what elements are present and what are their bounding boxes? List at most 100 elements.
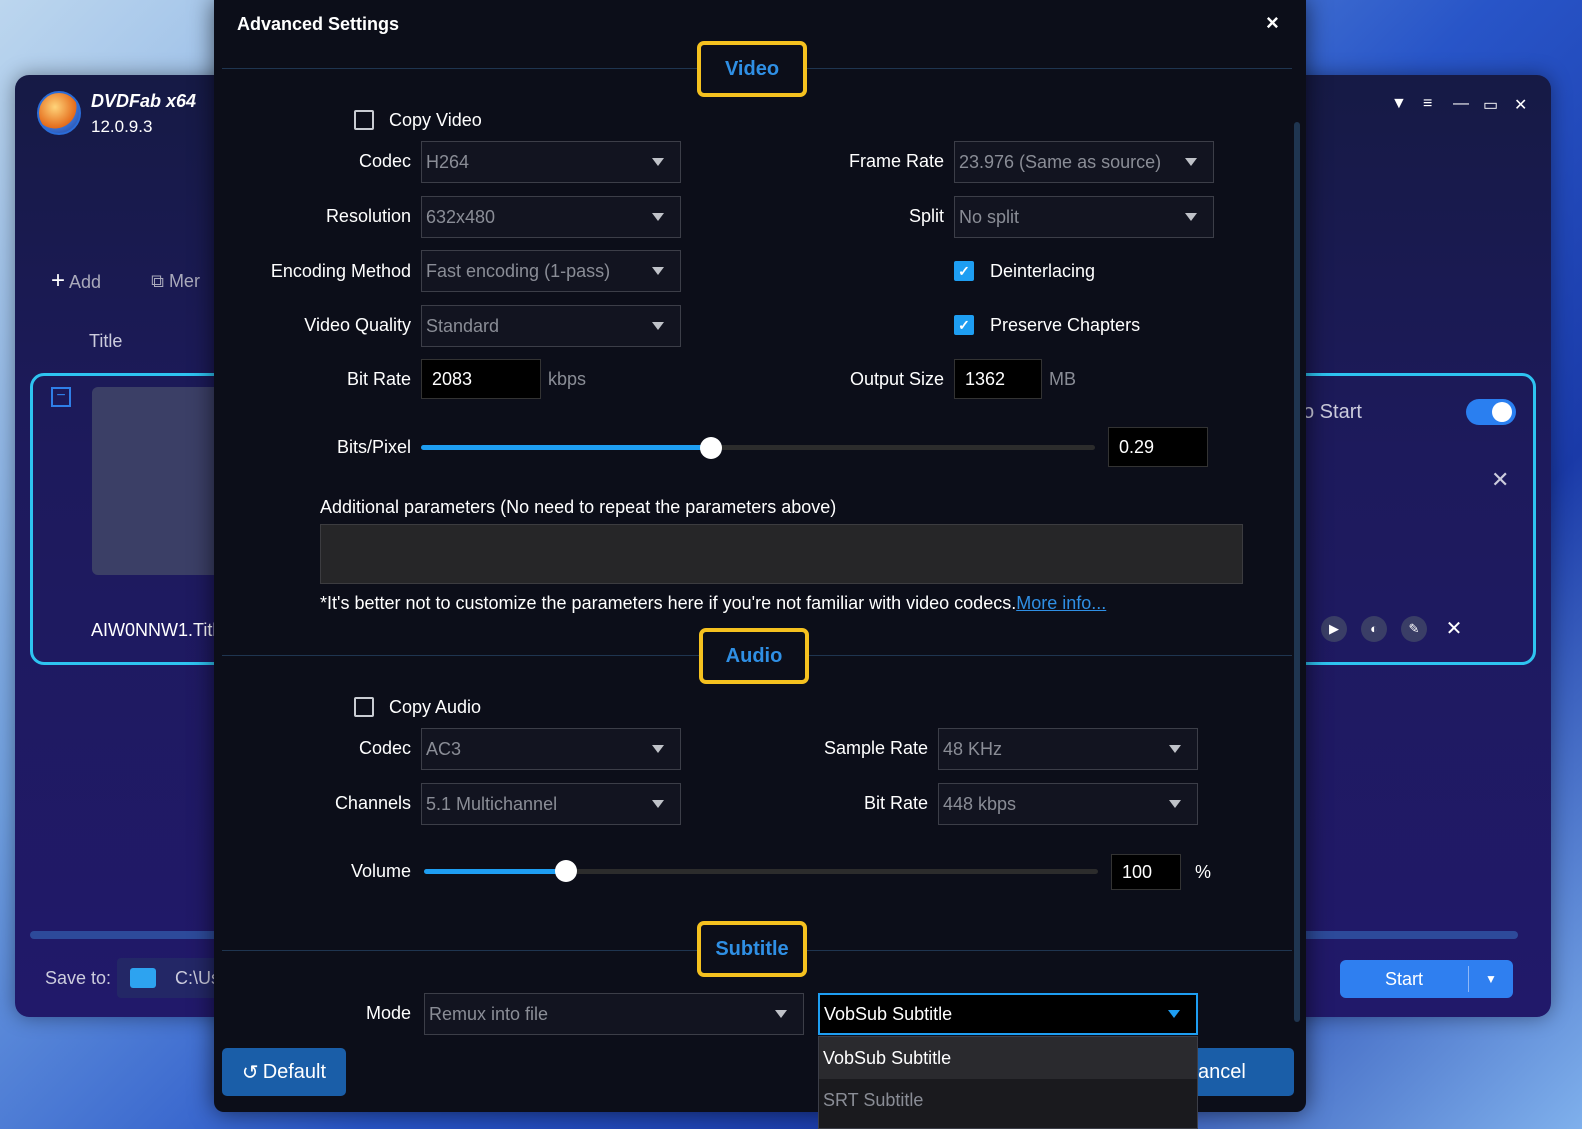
frame-rate-value: 23.976 (Same as source) — [959, 151, 1162, 172]
volume-slider-handle[interactable] — [554, 860, 577, 882]
preserve-chapters-checkbox[interactable]: ✓ — [954, 315, 974, 335]
split-label: Split — [908, 206, 944, 226]
item-file-name: AIW0NNW1.Titl — [91, 620, 217, 640]
menu-icon[interactable]: ≡ — [1423, 95, 1432, 113]
split-select[interactable]: No split — [954, 196, 1214, 238]
volume-unit: % — [1195, 862, 1212, 882]
play-icon[interactable]: ▶ — [1321, 616, 1347, 642]
maximize-icon[interactable]: ▭ — [1483, 95, 1498, 115]
video-codec-label: Codec — [358, 151, 411, 171]
chevron-down-icon[interactable]: ▼ — [1469, 972, 1513, 986]
chevron-down-icon — [1168, 1010, 1180, 1018]
add-label: Add — [69, 272, 102, 292]
sample-rate-value: 48 KHz — [943, 738, 1003, 759]
copy-audio-checkbox[interactable] — [354, 697, 374, 717]
encoding-method-select[interactable]: Fast encoding (1-pass) — [421, 250, 681, 292]
channels-select[interactable]: 5.1 Multichannel — [421, 783, 681, 825]
output-size-unit: MB — [1049, 369, 1076, 389]
subtitle-mode-select[interactable]: Remux into file — [424, 993, 804, 1035]
encoding-method-value: Fast encoding (1-pass) — [426, 260, 611, 281]
advanced-settings-dialog: Advanced Settings × Video Copy Video Cod… — [214, 0, 1306, 1112]
folder-icon[interactable] — [130, 968, 156, 988]
start-button[interactable]: Start ▼ — [1340, 960, 1513, 998]
channels-label: Channels — [334, 793, 411, 813]
video-codec-value: H264 — [426, 151, 470, 172]
codec-note-text: *It's better not to customize the parame… — [320, 593, 1017, 613]
chevron-down-icon — [1185, 213, 1197, 221]
additional-params-textarea[interactable] — [320, 524, 1243, 584]
audio-codec-label: Codec — [358, 738, 411, 758]
video-bit-rate-input[interactable]: 2083 — [421, 359, 541, 399]
save-to-label: Save to: — [45, 968, 112, 988]
audio-codec-select[interactable]: AC3 — [421, 728, 681, 770]
video-codec-select[interactable]: H264 — [421, 141, 681, 183]
start-label: Start — [1384, 968, 1423, 989]
bits-pixel-label: Bits/Pixel — [336, 437, 411, 457]
volume-input[interactable]: 100 — [1111, 854, 1181, 890]
chevron-down-icon — [652, 800, 664, 808]
video-quality-label: Video Quality — [304, 315, 411, 335]
volume-label: Volume — [350, 861, 411, 881]
bits-pixel-slider-track[interactable] — [421, 445, 1095, 450]
dvdfab-logo-icon — [37, 91, 81, 135]
copy-video-label: Copy Video — [389, 110, 482, 130]
merge-icon: ⧉ — [151, 270, 164, 291]
chevron-down-icon — [652, 322, 664, 330]
add-button[interactable]: + Add — [51, 267, 101, 295]
audio-bit-rate-select[interactable]: 448 kbps — [938, 783, 1198, 825]
skin-icon[interactable]: ▼ — [1391, 95, 1407, 113]
deinterlacing-label: Deinterlacing — [990, 261, 1096, 281]
delete-icon[interactable]: ✕ — [1441, 616, 1467, 642]
chevron-down-icon — [1185, 158, 1197, 166]
encoding-method-label: Encoding Method — [270, 261, 411, 281]
audio-section-header: Audio — [699, 628, 809, 684]
resolution-select[interactable]: 632x480 — [421, 196, 681, 238]
video-bit-rate-unit: kbps — [548, 369, 587, 389]
copy-video-checkbox[interactable] — [354, 110, 374, 130]
audio-bit-rate-value: 448 kbps — [943, 793, 1017, 814]
bits-pixel-slider-handle[interactable] — [699, 437, 722, 459]
remove-item-icon[interactable]: ✕ — [1491, 467, 1509, 493]
bits-pixel-input[interactable]: 0.29 — [1108, 427, 1208, 467]
default-button[interactable]: ↺ Default — [222, 1048, 346, 1096]
volume-slider-track[interactable] — [424, 869, 1098, 874]
dropdown-option-vobsub[interactable]: VobSub Subtitle — [819, 1037, 1197, 1079]
sample-rate-select[interactable]: 48 KHz — [938, 728, 1198, 770]
merge-button[interactable]: ⧉ Mer — [151, 271, 200, 292]
dialog-title: Advanced Settings — [237, 14, 400, 34]
subtitle-type-value: VobSub Subtitle — [824, 1003, 953, 1024]
video-quality-value: Standard — [426, 315, 500, 336]
volume-slider-fill — [424, 869, 566, 874]
toolbar: + Add ⧉ Mer — [51, 267, 200, 295]
video-quality-select[interactable]: Standard — [421, 305, 681, 347]
audio-codec-value: AC3 — [426, 738, 462, 759]
audio-icon[interactable]: ◐ — [1361, 616, 1387, 642]
minimize-icon[interactable]: — — [1453, 95, 1469, 113]
output-size-input[interactable]: 1362 — [954, 359, 1042, 399]
plus-icon: + — [51, 267, 66, 294]
chevron-down-icon — [652, 267, 664, 275]
mode-label: Mode — [365, 1003, 411, 1023]
subtitle-type-select[interactable]: VobSub Subtitle — [818, 993, 1198, 1035]
deinterlacing-checkbox[interactable]: ✓ — [954, 261, 974, 281]
channels-value: 5.1 Multichannel — [426, 793, 558, 814]
default-button-label: Default — [262, 1060, 327, 1083]
resolution-value: 632x480 — [426, 206, 496, 227]
dropdown-option-srt[interactable]: SRT Subtitle — [819, 1079, 1197, 1121]
edit-icon[interactable]: ✎ — [1401, 616, 1427, 642]
frame-rate-select[interactable]: 23.976 (Same as source) — [954, 141, 1214, 183]
audio-bit-rate-label: Bit Rate — [863, 793, 928, 813]
resolution-label: Resolution — [325, 206, 411, 226]
close-icon[interactable]: × — [1266, 10, 1279, 36]
collapse-icon[interactable]: − — [51, 387, 71, 407]
subtitle-section-header: Subtitle — [697, 921, 807, 977]
close-window-icon[interactable]: ✕ — [1514, 95, 1527, 115]
more-info-link[interactable]: More info... — [1016, 593, 1106, 613]
scrollbar[interactable] — [1294, 122, 1300, 1022]
video-section-header: Video — [697, 41, 807, 97]
auto-start-toggle[interactable] — [1466, 399, 1516, 425]
item-actions: ▶ ◐ ✎ ✕ — [1321, 616, 1467, 642]
chevron-down-icon — [652, 213, 664, 221]
frame-rate-label: Frame Rate — [848, 151, 944, 171]
cancel-button[interactable]: ancel — [1192, 1048, 1294, 1096]
